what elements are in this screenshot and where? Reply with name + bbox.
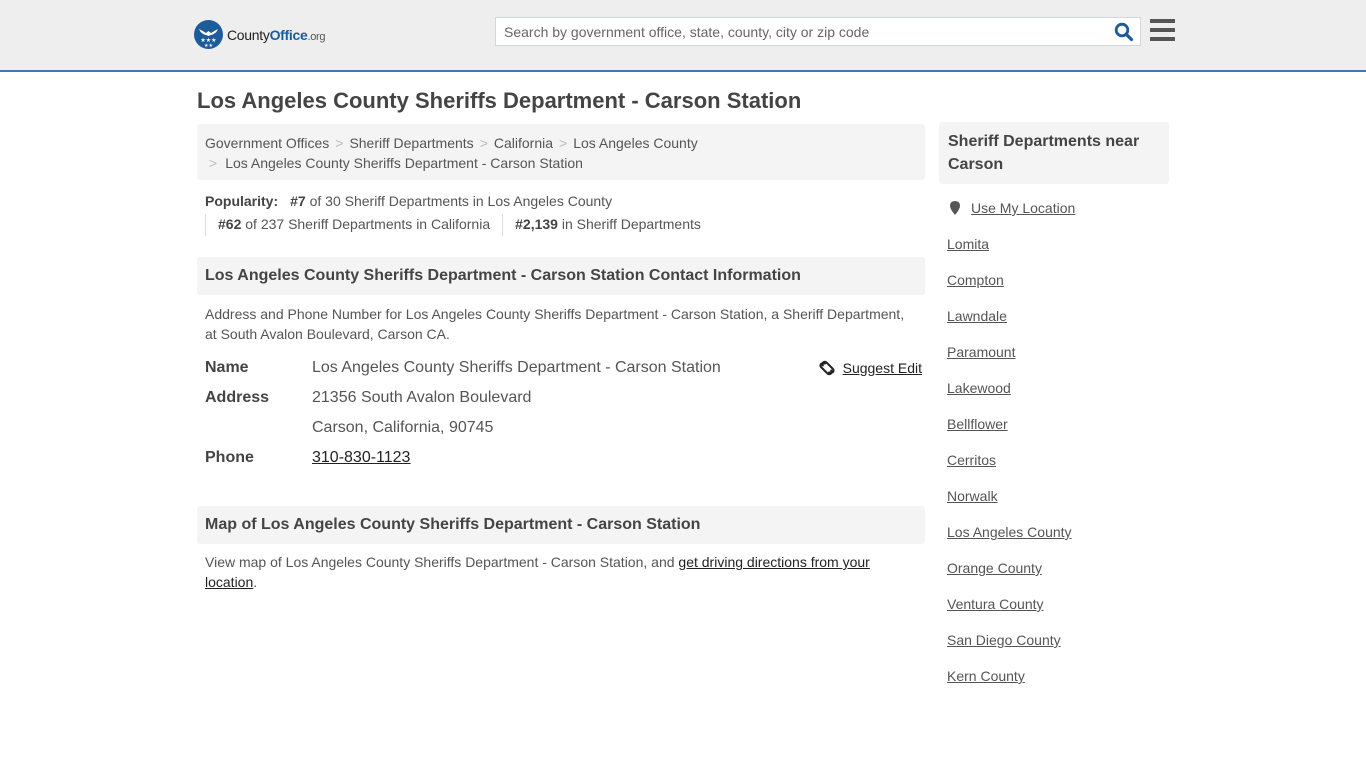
logo-office: Office: [269, 26, 308, 43]
search-input[interactable]: [496, 18, 1106, 45]
nearby-link[interactable]: Norwalk: [947, 488, 998, 504]
address-line-2: Carson, California, 90745: [312, 419, 494, 436]
logo-wordmark: CountyOffice.org: [227, 26, 326, 43]
info-row-phone: Phone 310-830-1123: [205, 446, 925, 476]
menu-bar: [1150, 37, 1175, 41]
breadcrumb-separator: >: [479, 135, 488, 151]
info-row-name: Name Los Angeles County Sheriffs Departm…: [205, 356, 925, 386]
map-text: View map of Los Angeles County Sheriffs …: [205, 554, 679, 570]
nearby-item: Kern County: [947, 666, 1169, 702]
suggest-edit-link[interactable]: Suggest Edit: [819, 356, 922, 380]
popularity-item: #62 of 237 Sheriff Departments in Califo…: [205, 214, 502, 236]
popularity-text: of 30 Sheriff Departments in Los Angeles…: [305, 193, 613, 209]
map-description: View map of Los Angeles County Sheriffs …: [205, 552, 895, 592]
hamburger-menu-icon[interactable]: [1150, 19, 1175, 41]
breadcrumb-current[interactable]: Los Angeles County Sheriffs Department -…: [225, 155, 583, 171]
site-header: ★★★ ★★ CountyOffice.org: [0, 0, 1366, 72]
popularity-rank: #2,139: [515, 216, 558, 232]
breadcrumb-item[interactable]: Government Offices: [205, 135, 329, 151]
search-icon[interactable]: [1114, 22, 1134, 42]
unlink-icon: [819, 360, 835, 376]
info-value: 310-830-1123: [312, 446, 410, 470]
breadcrumb-item[interactable]: California: [494, 135, 553, 151]
nearby-item: Lomita: [947, 234, 1169, 270]
popularity-rank: #7: [290, 193, 306, 209]
info-row-address-2: Carson, California, 90745: [205, 416, 925, 446]
use-my-location-link[interactable]: Use My Location: [947, 198, 1169, 218]
nearby-item: Compton: [947, 270, 1169, 306]
nearby-item: Lawndale: [947, 306, 1169, 342]
site-logo[interactable]: ★★★ ★★ CountyOffice.org: [194, 20, 326, 49]
sidebar-heading: Sheriff Departments near Carson: [939, 122, 1169, 184]
search-bar: [495, 17, 1141, 46]
breadcrumb-row: > Los Angeles County Sheriffs Department …: [205, 153, 917, 173]
breadcrumb-item[interactable]: Sheriff Departments: [349, 135, 473, 151]
breadcrumb-separator: >: [209, 155, 218, 171]
use-location-item: Use My Location: [947, 198, 1169, 234]
info-row-address: Address 21356 South Avalon Boulevard: [205, 386, 925, 416]
contact-info: Name Los Angeles County Sheriffs Departm…: [205, 356, 925, 476]
nearby-list: Use My Location Lomita Compton Lawndale …: [939, 198, 1169, 702]
nearby-link[interactable]: Orange County: [947, 560, 1042, 576]
breadcrumb-row: Government Offices > Sheriff Departments > C…: [205, 133, 917, 153]
suggest-edit-label: Suggest Edit: [842, 360, 922, 376]
popularity-text: in Sheriff Departments: [557, 216, 701, 232]
popularity-rank: #62: [218, 216, 242, 232]
nearby-item: Bellflower: [947, 414, 1169, 450]
info-value: Los Angeles County Sheriffs Department -…: [312, 359, 721, 376]
breadcrumb: Government Offices > Sheriff Departments > C…: [197, 124, 925, 180]
info-key: Name: [205, 359, 249, 376]
menu-bar: [1150, 19, 1175, 23]
nearby-link[interactable]: Kern County: [947, 668, 1025, 684]
nearby-item: Paramount: [947, 342, 1169, 378]
eagle-stars-badge-icon: ★★★ ★★: [194, 20, 223, 49]
nearby-item: Los Angeles County: [947, 522, 1169, 558]
nearby-link[interactable]: Ventura County: [947, 596, 1044, 612]
nearby-link[interactable]: Lomita: [947, 236, 989, 252]
popularity-text: of 237 Sheriff Departments in California: [241, 216, 491, 232]
nearby-item: San Diego County: [947, 630, 1169, 666]
popularity: Popularity: #7 of 30 Sheriff Departments …: [205, 192, 713, 236]
menu-bar: [1150, 28, 1175, 32]
nearby-link[interactable]: Bellflower: [947, 416, 1008, 432]
map-trailing: .: [253, 574, 258, 590]
info-key: Phone: [205, 449, 254, 466]
nearby-item: Cerritos: [947, 450, 1169, 486]
logo-county: County: [227, 26, 270, 43]
svg-text:★★: ★★: [204, 43, 213, 49]
popularity-item: #2,139 in Sheriff Departments: [502, 214, 713, 236]
use-my-location-label: Use My Location: [971, 200, 1076, 216]
nearby-item: Norwalk: [947, 486, 1169, 522]
breadcrumb-separator: >: [559, 135, 568, 151]
sidebar: Sheriff Departments near Carson Use My L…: [939, 122, 1169, 702]
nearby-item: Orange County: [947, 558, 1169, 594]
page-title: Los Angeles County Sheriffs Department -…: [197, 88, 802, 113]
breadcrumb-separator: >: [335, 135, 344, 151]
popularity-label: Popularity:: [205, 193, 279, 209]
map-heading: Map of Los Angeles County Sheriffs Depar…: [197, 506, 925, 544]
address-line-1: 21356 South Avalon Boulevard: [312, 389, 532, 406]
phone-link[interactable]: 310-830-1123: [312, 449, 410, 466]
nearby-link[interactable]: Lawndale: [947, 308, 1007, 324]
nearby-item: Ventura County: [947, 594, 1169, 630]
contact-description: Address and Phone Number for Los Angeles…: [205, 306, 905, 342]
nearby-link[interactable]: Los Angeles County: [947, 524, 1072, 540]
popularity-row: #62 of 237 Sheriff Departments in Califo…: [205, 214, 713, 236]
popularity-row: Popularity: #7 of 30 Sheriff Departments …: [205, 192, 713, 212]
nearby-link[interactable]: Cerritos: [947, 452, 996, 468]
nearby-link[interactable]: Lakewood: [947, 380, 1011, 396]
contact-heading: Los Angeles County Sheriffs Department -…: [197, 257, 925, 295]
logo-org: .org: [307, 30, 326, 43]
map-pin-icon: [950, 201, 960, 215]
nearby-item: Lakewood: [947, 378, 1169, 414]
breadcrumb-item[interactable]: Los Angeles County: [573, 135, 698, 151]
info-key: Address: [205, 389, 270, 406]
nearby-link[interactable]: San Diego County: [947, 632, 1061, 648]
nearby-link[interactable]: Compton: [947, 272, 1004, 288]
nearby-link[interactable]: Paramount: [947, 344, 1015, 360]
